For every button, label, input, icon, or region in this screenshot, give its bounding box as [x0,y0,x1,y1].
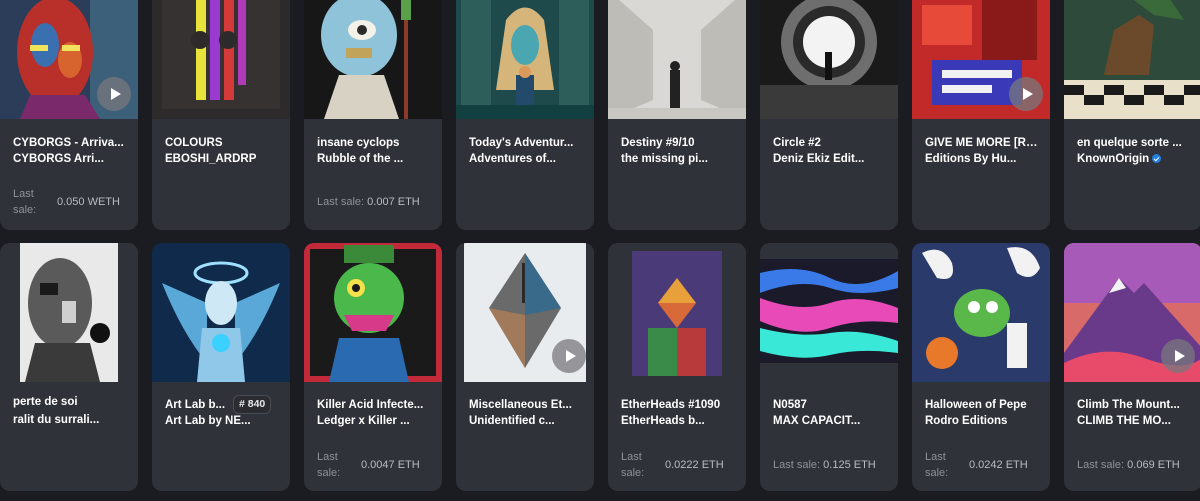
nft-card-cyborgs[interactable]: CYBORGS - Arriva... CYBORGS Arri... Last… [0,0,138,230]
play-icon[interactable] [97,77,131,111]
nft-collection[interactable]: the missing pi... [621,152,736,167]
nft-image[interactable] [1064,243,1200,382]
last-sale-price: 0.050 WETH [57,196,120,208]
nft-collection[interactable]: CYBORGS Arri... [13,152,128,167]
nft-collection[interactable]: KnownOrigin [1077,152,1192,167]
last-sale: Last sale:0.0047 ETH [317,451,420,479]
nft-card-killer-acid[interactable]: Killer Acid Infecte... Ledger x Killer .… [304,243,442,491]
edition-number-badge: # 840 [233,395,272,414]
nft-title[interactable]: Circle #2 [773,136,888,151]
nft-card-insane-cyclops[interactable]: insane cyclops Rubble of the ... Last sa… [304,0,442,230]
last-sale: Last sale: 0.125 ETH [773,459,876,471]
nft-collection[interactable]: ralit du surrali... [13,413,128,428]
nft-image[interactable] [456,0,594,119]
nft-title[interactable]: insane cyclops [317,136,432,151]
nft-collection[interactable]: EBOSHI_ARDRP [165,152,280,167]
nft-collection[interactable]: Rubble of the ... [317,152,432,167]
last-sale-price: 0.0222 ETH [665,459,724,471]
nft-title[interactable]: COLOURS [165,136,280,151]
nft-card-todays-adventure[interactable]: Today's Adventur... Adventures of... [456,0,594,230]
nft-image[interactable] [152,0,290,119]
nft-image[interactable] [456,243,594,382]
nft-collection[interactable]: Rodro Editions [925,414,1040,429]
nft-title[interactable]: Art Lab b... [165,398,235,413]
nft-collection[interactable]: Deniz Ekiz Edit... [773,152,888,167]
nft-title[interactable]: Miscellaneous Et... [469,398,584,413]
nft-card-perte-de-soi[interactable]: perte de soi ralit du surrali... [0,243,138,491]
last-sale-price: 0.0242 ETH [969,459,1028,471]
last-sale-price: 0.0047 ETH [361,459,420,471]
nft-collection[interactable]: Unidentified c... [469,414,584,429]
nft-title[interactable]: perte de soi [13,395,128,410]
nft-card-destiny[interactable]: Destiny #9/10 the missing pi... [608,0,746,230]
nft-collection[interactable]: Editions By Hu... [925,152,1040,167]
play-icon[interactable] [1161,339,1195,373]
nft-title[interactable]: Climb The Mount... [1077,398,1192,413]
nft-title[interactable]: Today's Adventur... [469,136,584,151]
nft-image[interactable] [912,0,1050,119]
nft-collection[interactable]: Ledger x Killer ... [317,414,432,429]
nft-card-art-lab[interactable]: Art Lab b... # 840 Art Lab by NE... [152,243,290,491]
nft-title[interactable]: EtherHeads #1090 [621,398,736,413]
nft-image[interactable] [760,243,898,382]
nft-collection[interactable]: EtherHeads b... [621,414,736,429]
verified-badge-icon [1152,154,1162,164]
last-sale: Last sale:0.0242 ETH [925,451,1028,479]
nft-collection[interactable]: MAX CAPACIT... [773,414,888,429]
last-sale: Last sale: 0.069 ETH [1077,459,1180,471]
last-sale-price: 0.069 ETH [1127,459,1180,471]
nft-card-circle[interactable]: Circle #2 Deniz Ekiz Edit... [760,0,898,230]
nft-image[interactable] [304,0,442,119]
nft-image[interactable] [912,243,1050,382]
nft-card-halloween-of-pepe[interactable]: Halloween of Pepe Rodro Editions Last sa… [912,243,1050,491]
last-sale-price: 0.125 ETH [823,459,876,471]
nft-title[interactable]: en quelque sorte ... [1077,136,1192,151]
nft-card-etherheads[interactable]: EtherHeads #1090 EtherHeads b... Last sa… [608,243,746,491]
nft-card-miscellaneous[interactable]: Miscellaneous Et... Unidentified c... [456,243,594,491]
last-sale: Last sale: 0.007 ETH [317,196,420,208]
nft-title[interactable]: Killer Acid Infecte... [317,398,432,413]
nft-collection[interactable]: Art Lab by NE... [165,414,280,429]
nft-card-colours[interactable]: COLOURS EBOSHI_ARDRP [152,0,290,230]
nft-collection[interactable]: CLIMB THE MO... [1077,414,1192,429]
nft-title[interactable]: Destiny #9/10 [621,136,736,151]
last-sale: Last sale:0.0222 ETH [621,451,724,479]
nft-image[interactable] [760,0,898,119]
last-sale: Last sale:0.050 WETH [13,188,120,216]
nft-image[interactable] [0,0,138,119]
nft-title[interactable]: CYBORGS - Arriva... [13,136,128,151]
play-icon[interactable] [552,339,586,373]
play-icon[interactable] [1009,77,1043,111]
nft-title[interactable]: N0587 [773,398,888,413]
nft-image[interactable] [1064,0,1200,119]
nft-image[interactable] [608,243,746,382]
nft-image[interactable] [608,0,746,119]
nft-collection[interactable]: Adventures of... [469,152,584,167]
nft-title[interactable]: Halloween of Pepe [925,398,1040,413]
nft-title[interactable]: GIVE ME MORE [RE... [925,136,1040,151]
nft-card-give-me-more[interactable]: GIVE ME MORE [RE... Editions By Hu... [912,0,1050,230]
nft-card-en-quelque-sorte[interactable]: en quelque sorte ... KnownOrigin [1064,0,1200,230]
nft-image[interactable] [152,243,290,382]
nft-image[interactable] [304,243,442,382]
nft-card-climb-the-mountain[interactable]: Climb The Mount... CLIMB THE MO... Last … [1064,243,1200,491]
last-sale-price: 0.007 ETH [367,196,420,208]
nft-card-n0587[interactable]: N0587 MAX CAPACIT... Last sale: 0.125 ET… [760,243,898,491]
nft-image[interactable] [0,243,138,382]
